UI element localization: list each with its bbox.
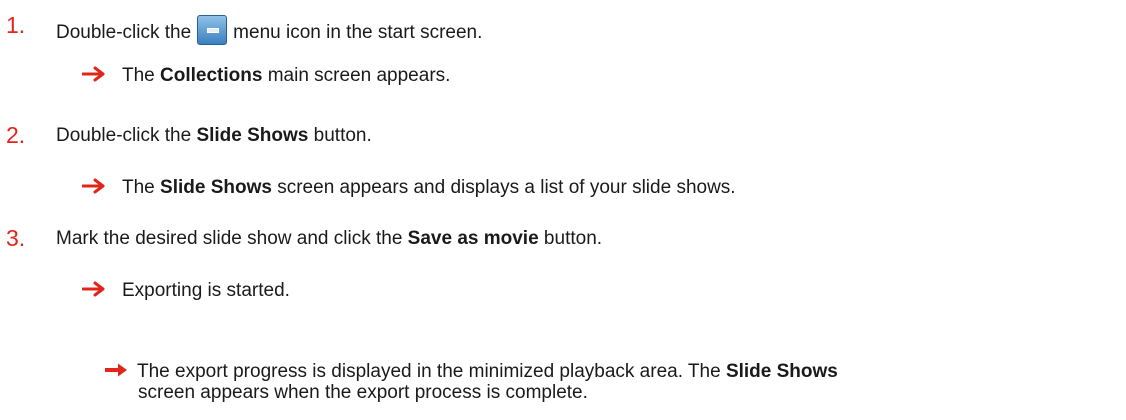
subresult-line-2: screen appears when the export process i… xyxy=(104,382,838,403)
arrow-right-icon xyxy=(82,178,108,194)
step-number: 2. xyxy=(6,122,26,148)
step-3-result: Exporting is started. xyxy=(82,279,290,303)
result-text-pre: The xyxy=(122,177,161,198)
step-text-bold: Save as movie xyxy=(407,228,539,249)
result-text: Exporting is started. xyxy=(122,280,290,301)
result-text-bold: Collections xyxy=(160,65,263,86)
subresult-text-bold: Slide Shows xyxy=(725,361,838,382)
arrow-right-icon xyxy=(82,66,108,82)
step-2-result: The Slide Shows screen appears and displ… xyxy=(82,176,736,200)
arrow-right-icon xyxy=(82,281,108,297)
collections-menu-icon xyxy=(197,15,228,45)
step-3-subresult: The export progress is displayed in the … xyxy=(104,361,838,403)
subresult-text-pre: The export progress is displayed in the … xyxy=(137,361,726,382)
step-1: 1. Double-click the menu icon in the star… xyxy=(0,11,1126,45)
step-text: Double-click the Slide Shows button. xyxy=(56,124,372,148)
result-text-post: screen appears and displays a list of yo… xyxy=(271,177,736,198)
step-text-before: Mark the desired slide show and click th… xyxy=(56,228,408,249)
arrow-right-icon xyxy=(104,362,128,378)
result-text-bold: Slide Shows xyxy=(160,177,272,198)
step-text: Double-click the menu icon in the start s… xyxy=(56,15,482,45)
subresult-text-line2: screen appears when the export process i… xyxy=(138,382,588,403)
step-text-after: button. xyxy=(538,228,603,249)
step-text-before: Double-click the xyxy=(56,125,197,146)
step-text-after: menu icon in the start screen. xyxy=(233,22,483,43)
step-1-result: The Collections main screen appears. xyxy=(82,64,450,88)
step-text-bold: Slide Shows xyxy=(196,125,309,146)
step-number: 3. xyxy=(6,225,26,251)
subresult-line-1: The export progress is displayed in the … xyxy=(104,361,838,382)
step-text-before: Double-click the xyxy=(56,22,192,43)
step-2: 2. Double-click the Slide Shows button. xyxy=(0,123,1126,153)
step-text: Mark the desired slide show and click th… xyxy=(56,227,602,251)
result-text-pre: The xyxy=(122,65,161,86)
step-3: 3. Mark the desired slide show and click… xyxy=(0,226,1126,256)
result-text-post: main screen appears. xyxy=(262,65,451,86)
step-text-after: button. xyxy=(308,125,372,146)
step-number: 1. xyxy=(6,12,26,38)
